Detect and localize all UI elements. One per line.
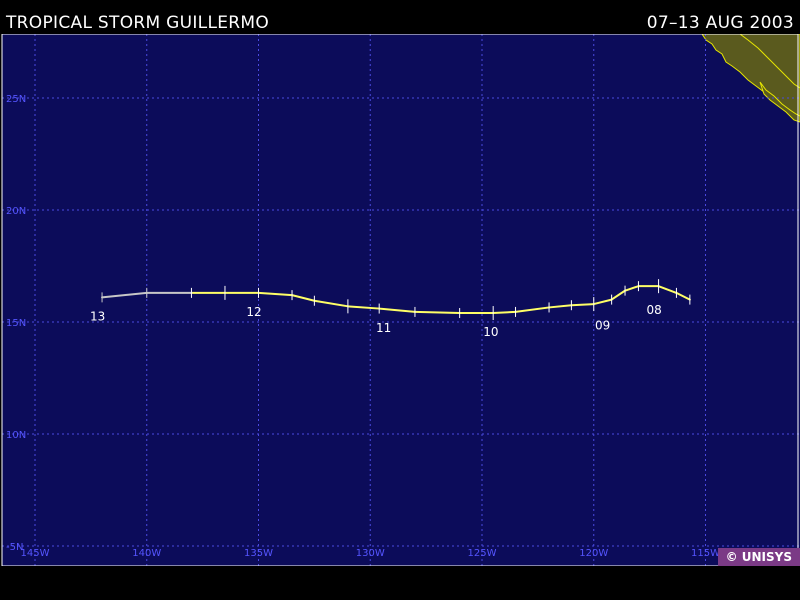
lon-label: 145W — [21, 548, 50, 559]
lon-label: 125W — [468, 548, 497, 559]
lon-label: 140W — [132, 548, 161, 559]
header-bar: TROPICAL STORM GUILLERMO 07–13 AUG 2003 — [0, 0, 800, 34]
track-segment — [492, 310, 517, 315]
track-segment — [413, 310, 461, 315]
date-range: 07–13 AUG 2003 — [646, 13, 794, 33]
day-label: 09 — [595, 319, 610, 333]
lon-label: 130W — [356, 548, 385, 559]
lat-label: 20N — [6, 206, 26, 217]
day-label: 12 — [246, 305, 261, 319]
lat-label: -5N — [6, 542, 23, 553]
ocean-background — [2, 34, 800, 566]
footer-bar — [0, 566, 800, 600]
storm-title: TROPICAL STORM GUILLERMO — [6, 13, 270, 33]
day-label: 08 — [646, 303, 661, 317]
unisys-credit-badge: © UNISYS — [717, 548, 800, 567]
lon-label: 135W — [244, 548, 273, 559]
day-label: 13 — [90, 310, 105, 324]
lon-label: 115W — [691, 548, 720, 559]
day-label: 11 — [376, 321, 391, 335]
lat-label: 25N — [6, 94, 26, 105]
lon-label: 120W — [579, 548, 608, 559]
storm-track-map: 145W 140W 135W 130W 125W 120W 115W -5N 10N 15N 20N… — [1, 33, 800, 567]
track-segment — [570, 303, 595, 307]
lat-label: 15N — [6, 318, 26, 329]
day-label: 10 — [483, 325, 498, 339]
lat-label: 10N — [6, 430, 26, 441]
